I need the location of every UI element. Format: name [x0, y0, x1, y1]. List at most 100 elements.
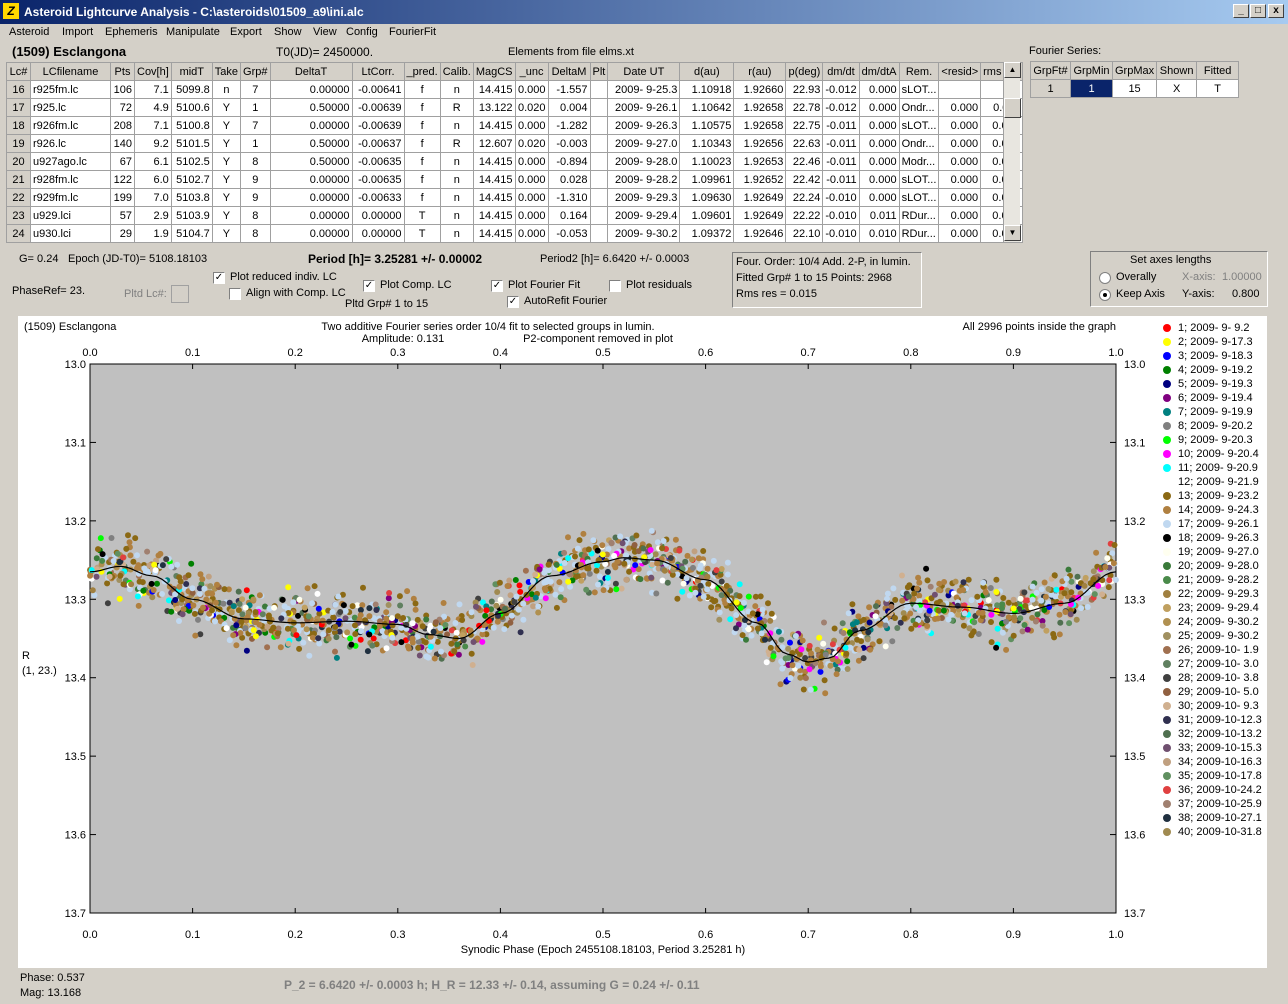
table-cell[interactable]: f [403, 134, 441, 153]
menu-view[interactable]: View [313, 26, 337, 38]
table-cell[interactable] [589, 116, 609, 135]
table-cell[interactable]: 0.028 [547, 170, 591, 189]
table-cell[interactable]: 0.000 [514, 206, 549, 225]
table-cell[interactable] [938, 80, 982, 99]
xaxis-value[interactable]: 1.00000 [1222, 271, 1262, 283]
table-cell[interactable]: 1.09601 [679, 206, 735, 225]
table-cell[interactable]: r926fm.lc [30, 116, 111, 135]
table-cell[interactable]: 0.000 [858, 188, 900, 207]
table-cell[interactable]: R [439, 98, 474, 117]
table-cell[interactable]: 12.607 [472, 134, 516, 153]
table-cell[interactable]: 2009- 9-27.0 [607, 134, 681, 153]
table-cell[interactable]: 22.42 [785, 170, 824, 189]
col-header[interactable]: r(au) [733, 62, 787, 81]
table-cell[interactable]: 20 [6, 152, 31, 171]
table-cell[interactable]: 0.00000 [269, 206, 353, 225]
table-cell[interactable]: 106 [110, 80, 135, 99]
table-cell[interactable]: n [439, 152, 474, 171]
table-cell[interactable]: Y [211, 224, 242, 243]
menu-manipulate[interactable]: Manipulate [166, 26, 220, 38]
table-cell[interactable]: 0.000 [858, 170, 900, 189]
table-cell[interactable]: 0.00000 [351, 206, 405, 225]
table-cell[interactable]: 0.000 [858, 80, 900, 99]
table-cell[interactable]: 0.000 [514, 170, 549, 189]
table-cell[interactable]: 22.22 [785, 206, 824, 225]
table-cell[interactable]: Y [211, 188, 242, 207]
col-header[interactable]: midT [170, 62, 213, 81]
table-cell[interactable]: 0.000 [938, 134, 982, 153]
table-cell[interactable]: 24 [6, 224, 31, 243]
table-row[interactable]: 24 u930.lci 29 1.9 5104.7 Y 8 0.00000 0.00000 Tn 1… [6, 224, 1023, 243]
table-cell[interactable]: 0.004 [547, 98, 591, 117]
table-cell[interactable] [589, 134, 609, 153]
table-cell[interactable]: 0.011 [858, 206, 900, 225]
table-row[interactable]: 23 u929.lci 57 2.9 5103.9 Y 8 0.00000 0.00000 Tn 1… [6, 206, 1023, 225]
table-cell[interactable]: 9.2 [134, 134, 172, 153]
table-cell[interactable]: 1.92652 [733, 170, 787, 189]
col-header[interactable]: d(au) [679, 62, 735, 81]
table-cell[interactable]: T [403, 224, 441, 243]
table-cell[interactable]: 5102.5 [170, 152, 213, 171]
table-cell[interactable]: 14.415 [472, 188, 516, 207]
table-cell[interactable]: f [403, 80, 441, 99]
table-cell[interactable]: 0.00000 [351, 224, 405, 243]
col-header[interactable]: Date UT [607, 62, 681, 81]
table-cell[interactable]: 8 [240, 206, 271, 225]
col-header[interactable]: Rem. [898, 62, 940, 81]
col-header[interactable]: DeltaT [269, 62, 353, 81]
table-cell[interactable]: n [439, 170, 474, 189]
col-header[interactable]: dm/dtA [858, 62, 900, 81]
table-cell[interactable]: 5101.5 [170, 134, 213, 153]
table-cell[interactable] [589, 170, 609, 189]
menu-ephemeris[interactable]: Ephemeris [105, 26, 158, 38]
scroll-up-icon[interactable]: ▲ [1004, 62, 1021, 78]
table-cell[interactable]: -0.011 [822, 170, 860, 189]
table-cell[interactable]: -1.310 [547, 188, 591, 207]
col-header[interactable]: Take [211, 62, 242, 81]
table-cell[interactable]: 13.122 [472, 98, 516, 117]
table-cell[interactable]: 0.164 [547, 206, 591, 225]
col-header[interactable]: LtCorr. [351, 62, 405, 81]
overally-radio[interactable] [1099, 272, 1111, 284]
table-cell[interactable]: 5104.7 [170, 224, 213, 243]
table-cell[interactable]: 1.92653 [733, 152, 787, 171]
table-cell[interactable]: Y [211, 206, 242, 225]
table-cell[interactable]: r929fm.lc [30, 188, 111, 207]
table-cell[interactable]: n [439, 188, 474, 207]
table-cell[interactable]: -0.012 [822, 80, 860, 99]
table-cell[interactable]: 0.000 [858, 98, 900, 117]
table-cell[interactable]: 2009- 9-26.3 [607, 116, 681, 135]
table-cell[interactable]: -0.00641 [351, 80, 405, 99]
table-cell[interactable]: 5103.8 [170, 188, 213, 207]
table-cell[interactable]: 22.75 [785, 116, 824, 135]
table-cell[interactable]: 0.000 [938, 98, 982, 117]
table-cell[interactable]: 0.020 [514, 134, 549, 153]
table-cell[interactable]: 0.000 [938, 116, 982, 135]
table-cell[interactable]: 1.92649 [733, 206, 787, 225]
table-cell[interactable]: 0.00000 [269, 188, 353, 207]
table-cell[interactable]: u929.lci [30, 206, 111, 225]
table-cell[interactable]: 1.09372 [679, 224, 735, 243]
table-cell[interactable]: -0.00637 [351, 134, 405, 153]
menu-export[interactable]: Export [230, 26, 262, 38]
table-cell[interactable]: 0.000 [938, 170, 982, 189]
yaxis-value[interactable]: 0.800 [1232, 288, 1260, 300]
table-row[interactable]: 1 1 15 X T [1030, 79, 1240, 98]
table-row[interactable]: 18 r926fm.lc 208 7.1 5100.8 Y 7 0.00000 -0.00639… [6, 116, 1023, 135]
table-cell[interactable]: 0.000 [514, 80, 549, 99]
table-cell[interactable]: RDur... [898, 224, 940, 243]
table-cell[interactable]: 0.00000 [269, 224, 353, 243]
menu-config[interactable]: Config [346, 26, 378, 38]
plot-fourier-checkbox[interactable]: ✓ [491, 280, 503, 292]
autorefit-checkbox[interactable]: ✓ [507, 296, 519, 308]
table-cell[interactable]: 0.000 [938, 188, 982, 207]
table-row[interactable]: 17 r925.lc 72 4.9 5100.6 Y 1 0.50000 -0.00639 f R 1… [6, 98, 1023, 117]
table-cell[interactable]: 8 [240, 224, 271, 243]
table-cell[interactable]: 0.000 [858, 134, 900, 153]
table-row[interactable]: 19 r926.lc 140 9.2 5101.5 Y 1 0.50000 -0.00637 f R… [6, 134, 1023, 153]
table-cell[interactable]: 1.92646 [733, 224, 787, 243]
table-cell[interactable]: 1.92658 [733, 116, 787, 135]
table-cell[interactable]: 7.0 [134, 188, 172, 207]
table-cell[interactable]: 2009- 9-26.1 [607, 98, 681, 117]
table-cell[interactable]: 0.000 [858, 152, 900, 171]
